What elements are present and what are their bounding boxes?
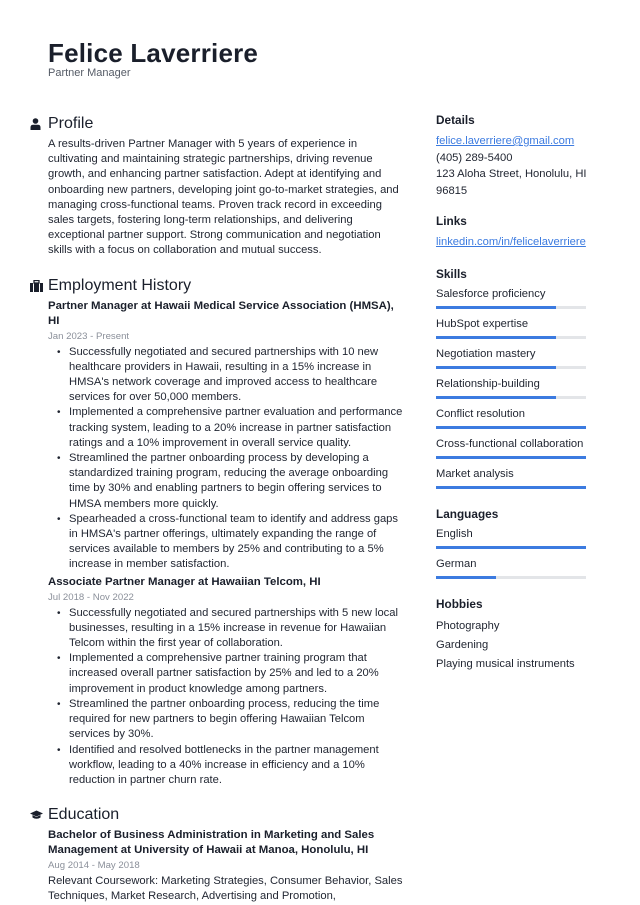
profile-summary: A results-driven Partner Manager with 5 … (48, 138, 399, 257)
skill-item: Market analysis (436, 467, 606, 489)
skill-item-label: Market analysis (436, 467, 514, 480)
education-entry: Bachelor of Business Administration in M… (48, 828, 405, 904)
skill-item-level-track (436, 455, 586, 459)
candidate-title: Partner Manager (48, 67, 131, 79)
skill-item-label: Conflict resolution (436, 407, 525, 420)
language-item: English (436, 527, 606, 549)
phone-number: (405) 289-5400 (436, 151, 513, 164)
education-section: Education Bachelor of Business Administr… (30, 804, 405, 904)
education-dates: Aug 2014 - May 2018 (48, 860, 140, 872)
education-header: Education (30, 804, 405, 826)
skill-item: Cross-functional collaboration (436, 437, 606, 459)
education-heading: Education (48, 806, 120, 824)
language-item-label: German (436, 557, 477, 570)
details-section: Details felice.laverriere@gmail.com (405… (436, 113, 606, 199)
hobby-item: Playing musical instruments (436, 657, 575, 670)
job-bullet: Spearheaded a cross-functional team to i… (57, 512, 405, 573)
skill-item-level-fill (436, 455, 586, 459)
language-item: German (436, 557, 606, 579)
profile-heading: Profile (48, 115, 94, 132)
education-coursework: Relevant Coursework: Marketing Strategie… (48, 875, 403, 903)
language-item-level-track (436, 575, 586, 579)
skill-item-level-fill (436, 395, 556, 399)
job-bullet: Streamlined the partner onboarding proce… (57, 451, 405, 512)
employment-section: Employment History Partner Manager at Ha… (30, 275, 405, 788)
email-link[interactable]: felice.laverriere@gmail.com (436, 133, 606, 150)
skill-item-level-track (436, 485, 586, 489)
job-title: Partner Manager at Hawaii Medical Servic… (48, 299, 394, 327)
person-icon (30, 116, 48, 132)
graduation-cap-icon (30, 807, 48, 823)
language-item-label: English (436, 527, 473, 540)
address: 123 Aloha Street, Honolulu, HI 96815 (436, 168, 587, 197)
degree-title: Bachelor of Business Administration in M… (48, 829, 375, 857)
language-item-level-track (436, 545, 586, 549)
skills-heading: Skills (436, 266, 467, 281)
skill-item-label: Salesforce proficiency (436, 287, 546, 300)
skill-item-label: Relationship-building (436, 377, 540, 390)
language-item-level-fill (436, 575, 496, 579)
linkedin-link[interactable]: linkedin.com/in/felicelaverriere (436, 234, 606, 251)
details-heading: Details (436, 113, 475, 127)
links-heading: Links (436, 214, 467, 228)
skill-item: Conflict resolution (436, 407, 606, 429)
sidebar: Details felice.laverriere@gmail.com (405… (436, 113, 606, 690)
job-dates: Jan 2023 - Present (48, 330, 130, 342)
profile-header: Profile (30, 113, 405, 135)
skills-section: Skills Salesforce proficiency HubSpot exp… (436, 267, 606, 489)
employment-heading: Employment History (48, 276, 192, 294)
job-dates: Jul 2018 - Nov 2022 (48, 591, 134, 603)
job-bullet: Successfully negotiated and secured part… (57, 345, 405, 406)
job-bullet: Implemented a comprehensive partner trai… (57, 651, 405, 697)
job-entry: Partner Manager at Hawaii Medical Servic… (48, 299, 405, 573)
job-bullets: Successfully negotiated and secured part… (57, 345, 405, 573)
job-entry: Associate Partner Manager at Hawaiian Te… (48, 575, 405, 788)
skill-item-label: HubSpot expertise (436, 317, 529, 330)
skill-item-level-track (436, 335, 586, 339)
job-bullet: Identified and resolved bottlenecks in t… (57, 743, 405, 789)
hobby-item: Photography (436, 619, 500, 632)
languages-section: Languages English German (436, 507, 606, 579)
skill-item-level-track (436, 395, 586, 399)
profile-section: Profile A results-driven Partner Manager… (30, 113, 405, 259)
hobby-item: Gardening (436, 638, 489, 651)
skill-item-level-track (436, 305, 586, 309)
skill-item-level-fill (436, 425, 586, 429)
hobbies-section: Hobbies Photography Gardening Playing musi… (436, 597, 606, 674)
candidate-name: Felice Laverriere (48, 38, 259, 68)
skill-item-level-fill (436, 485, 586, 489)
language-item-level-fill (436, 545, 586, 549)
skill-item: Salesforce proficiency (436, 287, 606, 309)
hobbies-heading: Hobbies (436, 596, 483, 611)
skill-item-level-track (436, 365, 586, 369)
employment-header: Employment History (30, 275, 405, 297)
skill-item-level-fill (436, 335, 556, 339)
languages-heading: Languages (436, 506, 499, 521)
job-bullets: Successfully negotiated and secured part… (57, 606, 405, 788)
links-section: Links linkedin.com/in/felicelaverriere (436, 214, 606, 251)
main-column: Profile A results-driven Partner Manager… (30, 113, 405, 905)
skill-item-label: Cross-functional collaboration (436, 437, 584, 450)
skill-item-level-fill (436, 365, 556, 369)
job-bullet: Streamlined the partner onboarding proce… (57, 697, 405, 743)
briefcase-icon (30, 278, 48, 294)
skill-item-level-fill (436, 305, 556, 309)
job-bullet: Implemented a comprehensive partner eval… (57, 405, 405, 451)
skill-item-level-track (436, 425, 586, 429)
job-title: Associate Partner Manager at Hawaiian Te… (48, 575, 321, 588)
skill-item: Negotiation mastery (436, 347, 606, 369)
job-bullet: Successfully negotiated and secured part… (57, 606, 405, 652)
skill-item-label: Negotiation mastery (436, 347, 536, 360)
skill-item: Relationship-building (436, 377, 606, 399)
skill-item: HubSpot expertise (436, 317, 606, 339)
